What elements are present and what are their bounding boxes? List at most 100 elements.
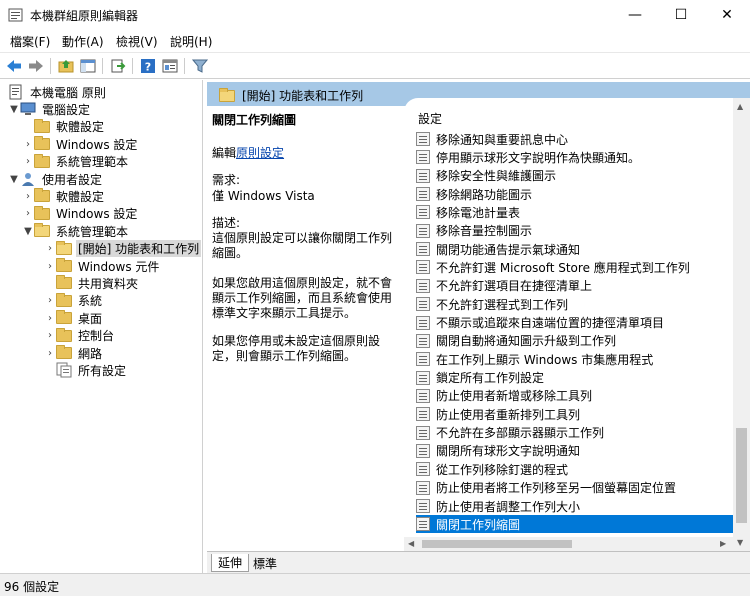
list-item[interactable]: 移除音量控制圖示 — [416, 222, 736, 240]
list-item[interactable]: 停用顯示球形文字說明作為快顯通知。 — [416, 148, 736, 166]
list-item-label: 移除電池計量表 — [436, 205, 521, 220]
help-button[interactable]: ? — [138, 56, 158, 76]
menu-help[interactable]: 說明(H) — [170, 33, 212, 50]
tree-item[interactable]: › [開始] 功能表和工作列 — [44, 240, 202, 258]
tree-item[interactable]: › Windows 元件 — [44, 257, 161, 275]
list-item-label: 在工作列上顯示 Windows 市集應用程式 — [436, 352, 654, 367]
tree-item[interactable]: 所有設定 — [44, 361, 128, 379]
policy-root-icon — [8, 84, 24, 100]
tree-item[interactable]: › 控制台 — [44, 327, 116, 345]
show-tree-button[interactable] — [78, 56, 98, 76]
tree-item[interactable]: 本機電腦 原則 — [8, 83, 108, 101]
list-item[interactable]: 移除網路功能圖示 — [416, 185, 736, 203]
tree-item[interactable]: › 軟體設定 — [22, 187, 106, 205]
horizontal-scroll-thumb[interactable] — [422, 540, 572, 548]
export-button[interactable] — [108, 56, 128, 76]
filter-icon — [192, 59, 208, 73]
tree-item[interactable]: ▼ 使用者設定 — [8, 170, 104, 188]
list-item[interactable]: 從工作列移除釘選的程式 — [416, 460, 736, 478]
menu-view[interactable]: 檢視(V) — [116, 33, 158, 50]
up-folder-button[interactable] — [56, 56, 76, 76]
expand-icon[interactable]: › — [44, 327, 56, 345]
list-item[interactable]: 移除電池計量表 — [416, 203, 736, 221]
forward-button[interactable] — [26, 56, 46, 76]
expand-icon[interactable]: › — [44, 240, 56, 258]
list-item[interactable]: 不允許釘選 Microsoft Store 應用程式到工作列 — [416, 258, 736, 276]
vertical-scroll-thumb[interactable] — [736, 428, 747, 523]
expand-icon[interactable]: › — [44, 257, 56, 275]
section-header-title: [開始] 功能表和工作列 — [242, 89, 364, 103]
list-item[interactable]: 防止使用者新增或移除工具列 — [416, 387, 736, 405]
scroll-down-icon[interactable]: ▼ — [737, 538, 743, 547]
expand-icon[interactable] — [22, 118, 34, 136]
svg-text:?: ? — [145, 61, 151, 74]
tab-standard[interactable]: 標準 — [247, 554, 283, 572]
horizontal-scrollbar[interactable]: ◀ ▶ — [404, 537, 733, 551]
tree-item[interactable]: 共用資料夾 — [44, 274, 140, 292]
tree-item[interactable]: › Windows 設定 — [22, 135, 139, 153]
tree-item[interactable]: ▼ 電腦設定 — [8, 100, 92, 118]
list-item[interactable]: 防止使用者將工作列移至另一個螢幕固定位置 — [416, 479, 736, 497]
tree-item[interactable]: 軟體設定 — [22, 118, 106, 136]
list-item[interactable]: 不顯示或追蹤來自遠端位置的捷徑清單項目 — [416, 314, 736, 332]
tree-item[interactable]: ▼ 系統管理範本 — [22, 222, 130, 240]
list-item[interactable]: 不允許在多部顯示器顯示工作列 — [416, 424, 736, 442]
list-item-label: 關閉所有球形文字說明通知 — [436, 444, 581, 459]
policy-setting-icon — [416, 370, 430, 385]
expand-icon[interactable] — [44, 361, 56, 379]
toolbar-separator — [132, 58, 133, 74]
list-item[interactable]: 關閉工作列縮圖 — [416, 515, 736, 534]
list-item-label: 關閉功能通告提示氣球通知 — [436, 242, 581, 257]
menu-file[interactable]: 檔案(F) — [10, 33, 50, 50]
tree-item[interactable]: › 系統管理範本 — [22, 153, 130, 171]
tree-item[interactable]: › 網路 — [44, 344, 104, 362]
expand-icon[interactable] — [44, 274, 56, 292]
list-item[interactable]: 關閉所有球形文字說明通知 — [416, 442, 736, 460]
back-button[interactable] — [4, 56, 24, 76]
scroll-right-icon[interactable]: ▶ — [720, 539, 726, 548]
expand-icon[interactable]: › — [22, 135, 34, 153]
list-item[interactable]: 關閉自動將通知圖示升級到工作列 — [416, 332, 736, 350]
tree-item[interactable]: › Windows 設定 — [22, 205, 139, 223]
window-title: 本機群組原則編輯器 — [30, 9, 139, 23]
maximize-button[interactable]: ☐ — [658, 0, 704, 30]
list-item[interactable]: 不允許釘選程式到工作列 — [416, 295, 736, 313]
list-item[interactable]: 鎖定所有工作列設定 — [416, 369, 736, 387]
minimize-button[interactable]: — — [612, 0, 658, 30]
vertical-scrollbar[interactable]: ▲ ▼ — [733, 98, 750, 551]
list-item[interactable]: 在工作列上顯示 Windows 市集應用程式 — [416, 350, 736, 368]
list-item-label: 防止使用者將工作列移至另一個螢幕固定位置 — [436, 481, 677, 496]
expand-icon[interactable]: › — [44, 292, 56, 310]
expand-icon[interactable]: › — [44, 344, 56, 362]
settings-column-header[interactable]: 設定 — [418, 110, 442, 127]
collapse-icon[interactable]: ▼ — [8, 100, 20, 118]
collapse-icon[interactable]: ▼ — [22, 222, 34, 240]
folder-icon — [56, 327, 72, 344]
expand-icon[interactable]: › — [22, 153, 34, 171]
close-button[interactable]: ✕ — [704, 0, 750, 30]
collapse-icon[interactable]: ▼ — [8, 170, 20, 188]
list-item[interactable]: 防止使用者調整工作列大小 — [416, 497, 736, 515]
tab-extended[interactable]: 延伸 — [211, 554, 250, 572]
tree-item-label: 本機電腦 原則 — [30, 85, 106, 100]
user-icon — [20, 171, 36, 187]
expand-icon[interactable]: › — [22, 205, 34, 223]
list-item[interactable]: 防止使用者重新排列工具列 — [416, 405, 736, 423]
list-item-label: 關閉自動將通知圖示升級到工作列 — [436, 334, 617, 349]
tree-item[interactable]: › 系統 — [44, 292, 104, 310]
scroll-up-icon[interactable]: ▲ — [737, 102, 743, 111]
filter-button[interactable] — [190, 56, 210, 76]
expand-icon[interactable]: › — [22, 187, 34, 205]
list-item[interactable]: 移除通知與重要訊息中心 — [416, 130, 736, 148]
list-item-label: 不允許釘選 Microsoft Store 應用程式到工作列 — [436, 260, 690, 275]
menu-action[interactable]: 動作(A) — [62, 33, 104, 50]
scroll-left-icon[interactable]: ◀ — [408, 539, 414, 548]
list-item[interactable]: 移除安全性與維護圖示 — [416, 167, 736, 185]
expand-icon[interactable]: › — [44, 309, 56, 327]
tree-item[interactable]: › 桌面 — [44, 309, 104, 327]
edit-policy-link[interactable]: 原則設定 — [236, 146, 284, 160]
properties-button[interactable] — [160, 56, 180, 76]
show-tree-icon — [80, 59, 96, 73]
list-item[interactable]: 關閉功能通告提示氣球通知 — [416, 240, 736, 258]
list-item[interactable]: 不允許釘選項目在捷徑清單上 — [416, 277, 736, 295]
